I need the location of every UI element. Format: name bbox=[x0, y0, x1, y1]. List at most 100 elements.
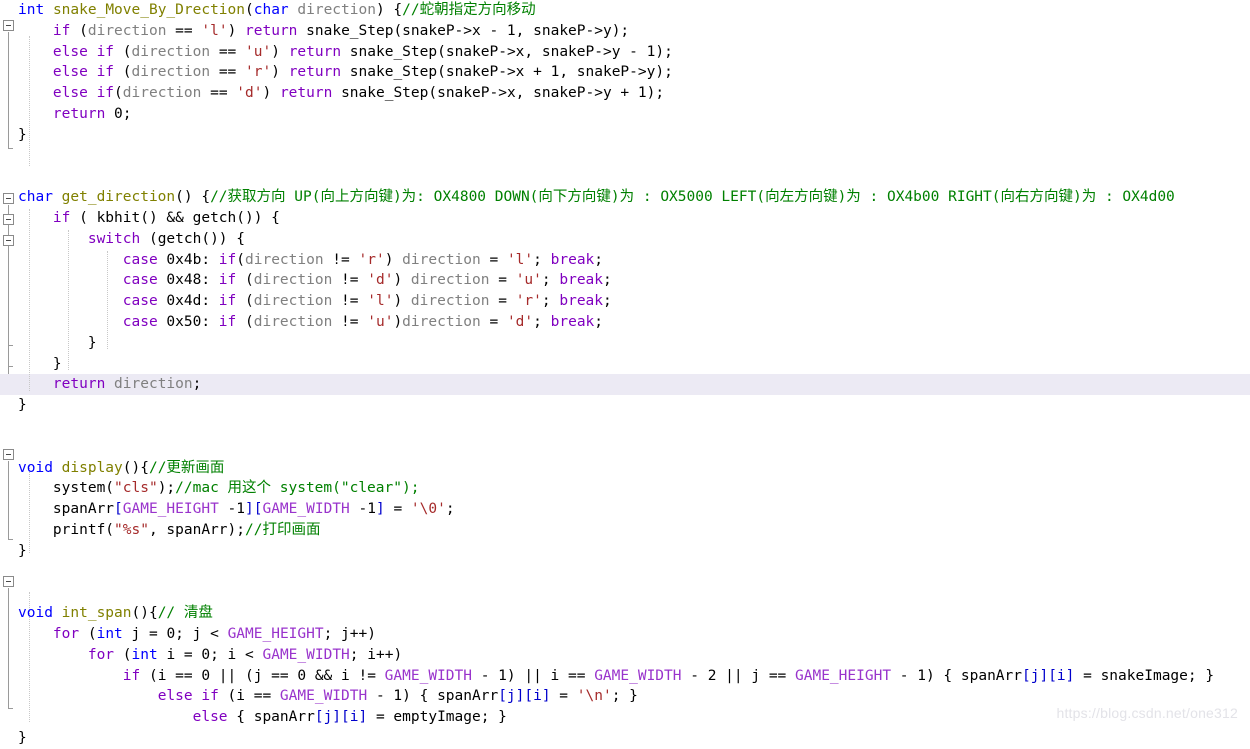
code-line[interactable] bbox=[18, 582, 1250, 603]
code-line[interactable]: else if (direction == 'r') return snake_… bbox=[18, 62, 1250, 83]
token-pl: ( bbox=[114, 646, 132, 663]
token-pl: j = 0; j < bbox=[122, 625, 228, 642]
token-kw: if bbox=[122, 667, 141, 684]
token-kw: else bbox=[157, 688, 193, 705]
token-kw: if bbox=[52, 22, 71, 39]
fold-get-direction-if-foot bbox=[8, 366, 13, 367]
code-line[interactable]: system("cls");//mac 用这个 system("clear"); bbox=[18, 478, 1250, 499]
code-line-current[interactable]: return direction; bbox=[0, 374, 1250, 396]
code-line[interactable]: void display(){//更新画面 bbox=[18, 458, 1250, 479]
token-type: int bbox=[96, 625, 123, 642]
token-pl: == bbox=[210, 64, 246, 81]
code-line[interactable] bbox=[18, 437, 1250, 458]
code-line[interactable]: } bbox=[18, 395, 1250, 416]
code-line[interactable]: return 0; bbox=[18, 104, 1250, 125]
token-pl: } bbox=[87, 334, 97, 351]
code-line[interactable]: else if(direction == 'd') return snake_S… bbox=[18, 83, 1250, 104]
code-line[interactable]: } bbox=[18, 333, 1250, 354]
code-line[interactable]: case 0x4d: if (direction != 'l') directi… bbox=[18, 291, 1250, 312]
token-pl: } bbox=[18, 397, 27, 414]
code-line[interactable]: else if (i == GAME_WIDTH - 1) { spanArr[… bbox=[18, 686, 1250, 707]
code-line[interactable]: if ( kbhit() && getch()) { bbox=[18, 208, 1250, 229]
token-pl: ) bbox=[262, 85, 280, 102]
token-pl: 0x50: bbox=[157, 313, 219, 330]
fold-gutter[interactable] bbox=[0, 0, 18, 731]
token-prm: direction bbox=[122, 85, 202, 102]
token-pl: != bbox=[332, 313, 368, 330]
code-line[interactable]: switch (getch()) { bbox=[18, 229, 1250, 250]
token-pl: ( bbox=[245, 2, 254, 18]
code-line[interactable]: if (direction == 'l') return snake_Step(… bbox=[18, 21, 1250, 42]
token-str: "%s" bbox=[114, 521, 149, 538]
code-editor[interactable]: int snake_Move_By_Drection(char directio… bbox=[0, 0, 1250, 746]
code-line[interactable] bbox=[18, 166, 1250, 187]
fold-get-direction-if[interactable] bbox=[3, 214, 14, 225]
token-kw: switch bbox=[87, 230, 141, 247]
token-cm: //打印画面 bbox=[244, 521, 321, 538]
code-line[interactable]: } bbox=[18, 125, 1250, 146]
fold-display-foot bbox=[8, 539, 13, 540]
token-kw: case bbox=[122, 313, 158, 330]
token-pl: == bbox=[210, 43, 246, 60]
code-line[interactable]: case 0x4b: if(direction != 'r') directio… bbox=[18, 250, 1250, 271]
token-pl: = bbox=[550, 688, 577, 705]
token-pl: ; j++) bbox=[323, 625, 376, 642]
token-prm: direction bbox=[87, 22, 167, 39]
token-type: char bbox=[253, 2, 289, 18]
code-line[interactable]: for (int j = 0; j < GAME_HEIGHT; j++) bbox=[18, 624, 1250, 645]
code-line[interactable]: if (i == 0 || (j == 0 && i != GAME_WIDTH… bbox=[18, 666, 1250, 687]
fold-int-span[interactable] bbox=[3, 576, 14, 587]
token-kw: if bbox=[201, 688, 219, 705]
code-line[interactable] bbox=[18, 146, 1250, 167]
code-line[interactable]: printf("%s", spanArr);//打印画面 bbox=[18, 520, 1250, 541]
token-pl: ; i++) bbox=[349, 646, 403, 663]
fold-display-line bbox=[8, 461, 9, 539]
token-type: void bbox=[18, 459, 53, 476]
fold-get-direction[interactable] bbox=[3, 193, 14, 204]
code-line[interactable]: } bbox=[18, 354, 1250, 375]
token-pl: ( bbox=[114, 64, 132, 81]
token-chr: 'u' bbox=[245, 43, 272, 60]
code-line[interactable]: case 0x48: if (direction != 'd') directi… bbox=[18, 270, 1250, 291]
token-macro: GAME_WIDTH bbox=[384, 667, 472, 684]
fold-display[interactable] bbox=[3, 449, 14, 460]
code-line[interactable]: char get_direction() {//获取方向 UP(向上方向键)为:… bbox=[18, 187, 1250, 208]
token-kw: else bbox=[192, 709, 228, 726]
token-pl: = bbox=[480, 313, 507, 330]
code-line[interactable]: for (int i = 0; i < GAME_WIDTH; i++) bbox=[18, 645, 1250, 666]
code-line[interactable]: } bbox=[18, 728, 1250, 749]
token-pl: -1 bbox=[218, 501, 245, 518]
token-kw: if bbox=[218, 313, 237, 330]
token-pl: = snakeImage; } bbox=[1074, 667, 1215, 684]
code-line[interactable]: case 0x50: if (direction != 'u')directio… bbox=[18, 312, 1250, 333]
code-line[interactable]: } bbox=[18, 541, 1250, 562]
code-line[interactable]: void int_span(){// 清盘 bbox=[18, 603, 1250, 624]
code-line[interactable]: spanArr[GAME_HEIGHT -1][GAME_WIDTH -1] =… bbox=[18, 499, 1250, 520]
token-pl: , spanArr); bbox=[148, 521, 245, 538]
fold-snake-move-by-drection-line bbox=[8, 32, 9, 148]
token-chr: 'd' bbox=[506, 313, 534, 330]
token-pl: ) bbox=[393, 293, 411, 310]
token-pl: 0; bbox=[105, 105, 132, 122]
token-pl: 0x4d: bbox=[157, 293, 219, 310]
token-chr: 'l' bbox=[367, 293, 394, 310]
token-str: "cls" bbox=[114, 480, 158, 497]
token-pl: ( bbox=[236, 251, 245, 268]
token-chr: 'l' bbox=[506, 251, 534, 268]
token-macro: GAME_HEIGHT bbox=[122, 501, 219, 518]
token-br: [j][i] bbox=[498, 688, 551, 705]
code-line[interactable]: else if (direction == 'u') return snake_… bbox=[18, 42, 1250, 63]
fold-get-direction-switch[interactable] bbox=[3, 235, 14, 246]
fold-snake-move-by-drection[interactable] bbox=[3, 20, 14, 31]
code-content[interactable]: int snake_Move_By_Drection(char directio… bbox=[0, 0, 1250, 746]
code-line[interactable]: int snake_Move_By_Drection(char directio… bbox=[18, 0, 1250, 21]
code-line[interactable] bbox=[18, 416, 1250, 437]
code-line[interactable] bbox=[18, 562, 1250, 583]
token-pl: } bbox=[18, 542, 27, 559]
token-pl: != bbox=[332, 293, 368, 310]
token-pl: ( kbhit() && getch()) { bbox=[70, 209, 280, 226]
token-pl: snake_Step(snakeP->x, snakeP->y - 1); bbox=[341, 43, 673, 60]
token-pl: ( bbox=[236, 272, 254, 289]
